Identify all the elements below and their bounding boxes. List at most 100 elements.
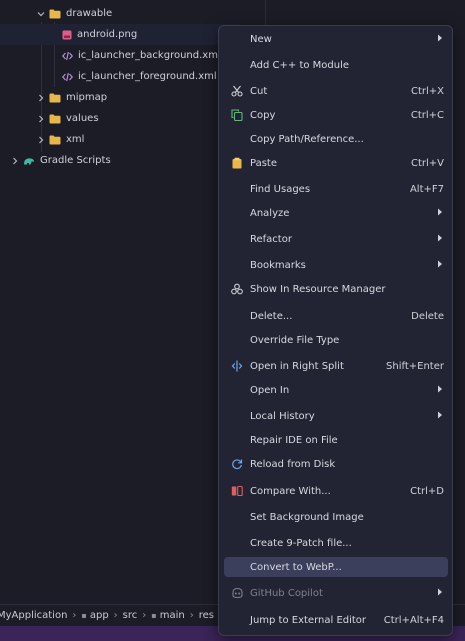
tree-item-ic-launcher-background[interactable]: ic_launcher_background.xml: [0, 45, 240, 66]
image-file-icon: [62, 30, 72, 40]
folder-icon: [49, 93, 61, 103]
menu-item-github-copilot[interactable]: GitHub Copilot: [224, 583, 448, 603]
chevron-right-icon[interactable]: [36, 94, 46, 102]
menu-item-label: Convert to WebP...: [250, 561, 342, 573]
menu-item-new[interactable]: New: [224, 29, 448, 49]
resource-manager-icon: [230, 282, 244, 296]
menu-item-label: Add C++ to Module: [250, 59, 350, 71]
breadcrumb-item[interactable]: src: [123, 610, 138, 621]
menu-item-bookmarks[interactable]: Bookmarks: [224, 255, 448, 275]
tree-item-label: android.png: [77, 29, 138, 40]
gradle-elephant-icon: [23, 156, 35, 166]
breadcrumb-item[interactable]: MyApplication: [0, 610, 67, 621]
tree-item-android-png[interactable]: android.png: [0, 24, 240, 45]
menu-item-shortcut: Delete: [411, 310, 444, 322]
menu-item-local-history[interactable]: Local History: [224, 406, 448, 426]
menu-item-copy-path[interactable]: Copy Path/Reference...: [224, 129, 448, 149]
submenu-arrow-icon: [437, 385, 443, 396]
menu-item-jump-to-external-editor[interactable]: Jump to External Editor Ctrl+Alt+F4: [224, 610, 448, 630]
menu-item-convert-to-webp[interactable]: Convert to WebP...: [224, 557, 448, 577]
tree-item-label: ic_launcher_foreground.xml: [78, 71, 217, 82]
tree-item-label: drawable: [66, 8, 113, 19]
copy-icon: [230, 108, 244, 122]
breadcrumb-label: main: [159, 610, 185, 621]
menu-item-label: Jump to External Editor: [250, 614, 367, 626]
submenu-arrow-icon: [437, 260, 443, 271]
menu-item-paste[interactable]: Paste Ctrl+V: [224, 153, 448, 173]
menu-item-shortcut: Alt+F7: [409, 183, 444, 195]
tree-item-ic-launcher-foreground[interactable]: ic_launcher_foreground.xml: [0, 66, 240, 87]
menu-item-analyze[interactable]: Analyze: [224, 203, 448, 223]
menu-item-label: Paste: [250, 157, 277, 169]
context-menu: New Add C++ to Module Cut Ctrl+X Copy Ct…: [218, 25, 453, 636]
menu-item-label: Open In: [250, 384, 290, 396]
chevron-right-icon[interactable]: [36, 115, 46, 123]
breadcrumb-item[interactable]: res: [199, 610, 214, 621]
chevron-right-icon[interactable]: [36, 136, 46, 144]
menu-item-open-in-right-split[interactable]: Open in Right Split Shift+Enter: [224, 356, 448, 376]
menu-item-create-9-patch[interactable]: Create 9-Patch file...: [224, 533, 448, 553]
menu-item-shortcut: Ctrl+C: [410, 109, 444, 121]
split-icon: [230, 359, 244, 373]
menu-item-add-cpp[interactable]: Add C++ to Module: [224, 55, 448, 75]
menu-item-shortcut: Ctrl+V: [410, 157, 444, 169]
chevron-right-icon: ›: [113, 610, 118, 621]
menu-item-compare-with[interactable]: Compare With... Ctrl+D: [224, 481, 448, 501]
chevron-right-icon[interactable]: [10, 157, 20, 165]
menu-item-repair-ide[interactable]: Repair IDE on File: [224, 430, 448, 450]
chevron-right-icon: ›: [72, 610, 77, 621]
copilot-icon: [230, 586, 244, 600]
menu-item-shortcut: Ctrl+X: [410, 85, 444, 97]
clipboard-icon: [230, 156, 244, 170]
menu-item-cut[interactable]: Cut Ctrl+X: [224, 81, 448, 101]
menu-item-set-background-image[interactable]: Set Background Image: [224, 507, 448, 527]
breadcrumb-label: src: [122, 610, 138, 621]
chevron-down-icon[interactable]: [36, 10, 46, 18]
menu-item-label: Find Usages: [250, 183, 311, 195]
submenu-arrow-icon: [437, 34, 443, 45]
menu-item-label: Override File Type: [250, 334, 340, 346]
menu-item-refactor[interactable]: Refactor: [224, 229, 448, 249]
menu-item-label: GitHub Copilot: [250, 587, 323, 599]
tree-item-mipmap[interactable]: mipmap: [0, 87, 240, 108]
module-icon: ▪: [81, 611, 87, 620]
menu-item-reload-from-disk[interactable]: Reload from Disk: [224, 454, 448, 474]
folder-icon: [49, 114, 61, 124]
menu-item-copy[interactable]: Copy Ctrl+C: [224, 105, 448, 125]
menu-item-label: Copy Path/Reference...: [250, 133, 364, 145]
tree-item-label: xml: [66, 134, 85, 145]
tree-item-xml[interactable]: xml: [0, 129, 240, 150]
menu-item-label: Show In Resource Manager: [250, 283, 386, 295]
folder-icon: [49, 135, 61, 145]
menu-item-label: Delete...: [250, 310, 293, 322]
tree-item-values[interactable]: values: [0, 108, 240, 129]
breadcrumb-label: res: [198, 610, 214, 621]
tree-item-gradle-scripts[interactable]: Gradle Scripts: [0, 150, 240, 171]
menu-item-shortcut: Ctrl+Alt+F4: [383, 614, 444, 626]
menu-item-delete[interactable]: Delete... Delete: [224, 306, 448, 326]
chevron-right-icon: ›: [142, 610, 147, 621]
menu-item-override-file-type[interactable]: Override File Type: [224, 330, 448, 350]
reload-icon: [230, 457, 244, 471]
chevron-right-icon: ›: [189, 610, 194, 621]
tree-item-label: values: [66, 113, 99, 124]
menu-item-label: New: [250, 33, 272, 45]
submenu-arrow-icon: [437, 208, 443, 219]
menu-item-label: Copy: [250, 109, 276, 121]
menu-item-shortcut: Ctrl+D: [410, 485, 444, 497]
menu-item-label: Compare With...: [250, 485, 331, 497]
menu-item-label: Local History: [250, 410, 315, 422]
menu-item-find-usages[interactable]: Find Usages Alt+F7: [224, 179, 448, 199]
menu-item-show-in-resource-manager[interactable]: Show In Resource Manager: [224, 279, 448, 299]
compare-icon: [230, 484, 244, 498]
menu-item-label: Create 9-Patch file...: [250, 537, 352, 549]
menu-item-label: Cut: [250, 85, 268, 97]
breadcrumb-item[interactable]: ▪ app: [81, 610, 108, 621]
menu-item-shortcut: Shift+Enter: [386, 360, 444, 372]
breadcrumb-item[interactable]: ▪ main: [151, 610, 184, 621]
folder-icon: [49, 9, 61, 19]
menu-item-open-in[interactable]: Open In: [224, 380, 448, 400]
tree-item-label: Gradle Scripts: [40, 155, 111, 166]
tree-item-drawable[interactable]: drawable: [0, 3, 240, 24]
tree-item-label: ic_launcher_background.xml: [78, 50, 221, 61]
